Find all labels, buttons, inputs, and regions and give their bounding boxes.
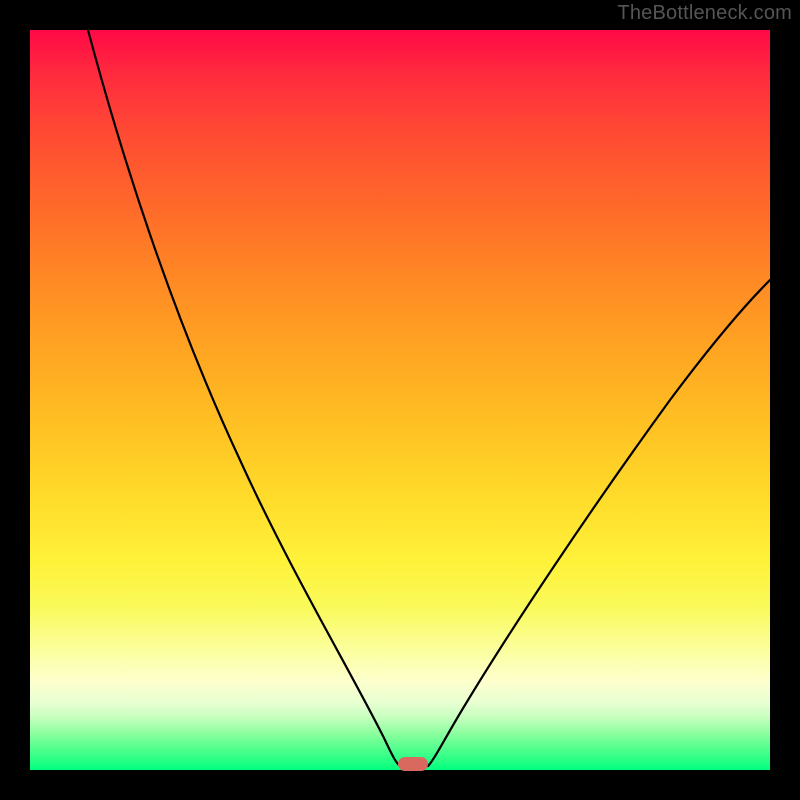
- watermark-text: TheBottleneck.com: [617, 2, 792, 25]
- curve-left: [88, 30, 400, 766]
- plot-area: [30, 30, 770, 770]
- chart-svg: [30, 30, 770, 770]
- min-marker: [398, 757, 428, 771]
- chart-frame: TheBottleneck.com: [0, 0, 800, 800]
- curve-right: [428, 280, 770, 766]
